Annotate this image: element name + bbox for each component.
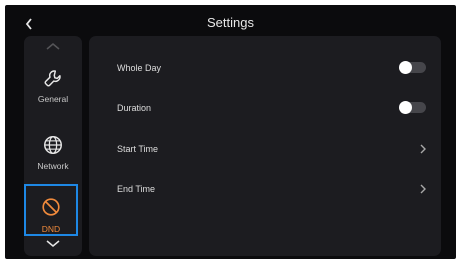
- globe-icon: [44, 136, 62, 154]
- chevron-right-icon: [420, 144, 426, 154]
- toggle-knob: [399, 101, 412, 114]
- row-label: Start Time: [117, 144, 159, 154]
- prohibited-icon: [42, 198, 60, 216]
- duration-toggle[interactable]: [399, 101, 426, 114]
- settings-screen: Settings General Network DND Whole Day D…: [5, 5, 456, 259]
- row-whole-day[interactable]: Whole Day: [89, 48, 441, 88]
- page-title: Settings: [207, 15, 254, 30]
- row-label: End Time: [117, 184, 156, 194]
- toggle-knob: [399, 61, 412, 74]
- chevron-up-icon[interactable]: [45, 42, 61, 50]
- chevron-right-icon: [420, 184, 426, 194]
- settings-panel: Whole Day Duration Start Time End Time: [89, 36, 441, 256]
- row-label: Duration: [117, 103, 152, 113]
- sidebar-item-label: General: [37, 94, 69, 104]
- row-end-time[interactable]: End Time: [89, 169, 441, 209]
- sidebar: General Network DND: [24, 36, 82, 256]
- whole-day-toggle[interactable]: [399, 61, 426, 74]
- sidebar-item-dnd[interactable]: DND: [24, 184, 78, 236]
- chevron-down-icon[interactable]: [45, 240, 61, 248]
- sidebar-item-label: DND: [41, 224, 61, 234]
- row-label: Whole Day: [117, 63, 162, 73]
- row-start-time[interactable]: Start Time: [89, 129, 441, 169]
- wrench-icon: [44, 70, 61, 87]
- sidebar-item-general[interactable]: General: [28, 63, 78, 119]
- sidebar-item-label: Network: [37, 161, 69, 171]
- sidebar-item-network[interactable]: Network: [28, 130, 78, 186]
- row-duration[interactable]: Duration: [89, 88, 441, 128]
